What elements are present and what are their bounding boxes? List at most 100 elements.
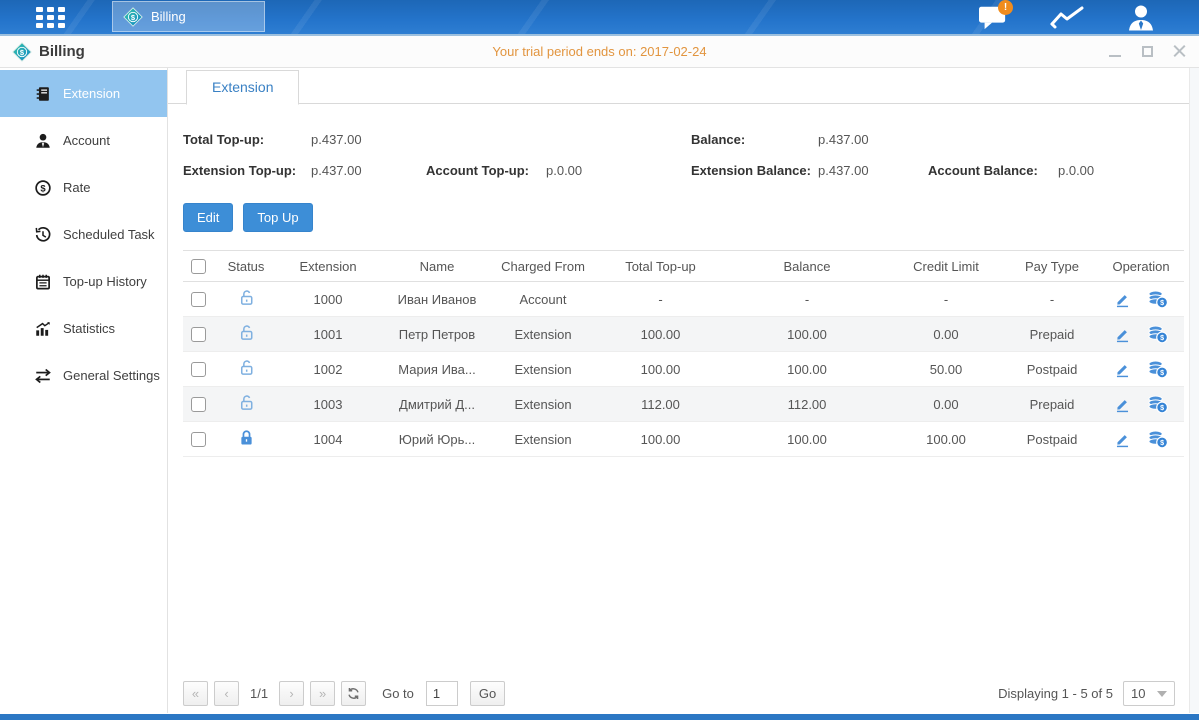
cell-total-topup: -	[593, 282, 728, 317]
extension-balance-value: p.437.00	[818, 163, 928, 178]
sidebar-item-statistics[interactable]: Statistics	[0, 305, 167, 352]
sidebar-item-rate[interactable]: $ Rate	[0, 164, 167, 211]
line-chart-icon[interactable]	[1049, 3, 1085, 31]
column-header-credit-limit: Credit Limit	[886, 251, 1006, 282]
top-up-coins-icon[interactable]: $	[1147, 429, 1168, 449]
summary-row-2: Extension Top-up: p.437.00 Account Top-u…	[183, 155, 1184, 186]
top-up-coins-icon[interactable]: $	[1147, 289, 1168, 309]
sidebar-item-label: Account	[63, 133, 110, 148]
column-header-balance: Balance	[728, 251, 886, 282]
top-up-coins-icon[interactable]: $	[1147, 324, 1168, 344]
column-header-charged-from: Charged From	[493, 251, 593, 282]
sidebar-item-label: Statistics	[63, 321, 115, 336]
cell-balance: 100.00	[728, 352, 886, 387]
lock-open-icon[interactable]	[237, 288, 256, 307]
top-up-coins-icon[interactable]: $	[1147, 394, 1168, 414]
cell-pay-type: Prepaid	[1006, 317, 1098, 352]
svg-text:$: $	[1160, 334, 1164, 342]
cell-extension: 1000	[275, 282, 381, 317]
row-checkbox[interactable]	[191, 397, 206, 412]
goto-page-input[interactable]	[426, 681, 458, 706]
minimize-icon[interactable]	[1107, 44, 1123, 60]
person-icon	[33, 131, 52, 150]
history-clock-icon	[33, 225, 52, 244]
ledger-icon	[33, 84, 52, 103]
row-checkbox[interactable]	[191, 362, 206, 377]
last-page-button[interactable]: »	[310, 681, 335, 706]
user-icon[interactable]	[1123, 3, 1159, 31]
svg-text:$: $	[1160, 404, 1164, 412]
app-grid-icon[interactable]	[36, 7, 72, 28]
table-header-row: Status Extension Name Charged From Total…	[183, 251, 1184, 282]
account-topup-label: Account Top-up:	[426, 163, 546, 178]
lock-open-icon[interactable]	[237, 393, 256, 412]
sidebar-item-scheduled-task[interactable]: Scheduled Task	[0, 211, 167, 258]
edit-pencil-icon[interactable]	[1114, 291, 1131, 308]
refresh-button[interactable]	[341, 681, 366, 706]
next-page-button[interactable]: ›	[279, 681, 304, 706]
cell-total-topup: 100.00	[593, 352, 728, 387]
scrollbar-gutter[interactable]	[1189, 68, 1199, 713]
lock-closed-icon[interactable]	[237, 428, 256, 447]
lock-open-icon[interactable]	[237, 323, 256, 342]
billing-diamond-dollar-icon: $	[12, 42, 32, 62]
edit-pencil-icon[interactable]	[1114, 396, 1131, 413]
column-header-status: Status	[217, 251, 275, 282]
go-button[interactable]: Go	[470, 681, 505, 706]
prev-page-button[interactable]: ‹	[214, 681, 239, 706]
edit-pencil-icon[interactable]	[1114, 431, 1131, 448]
chat-icon[interactable]: !	[975, 3, 1011, 31]
tab-extension[interactable]: Extension	[186, 70, 299, 105]
transfer-arrows-icon	[33, 366, 52, 385]
first-page-button[interactable]: «	[183, 681, 208, 706]
cell-charged-from: Extension	[493, 422, 593, 457]
top-up-button[interactable]: Top Up	[243, 203, 312, 232]
summary-row-1: Total Top-up: p.437.00 Balance: p.437.00	[183, 124, 1184, 155]
trial-notice: Your trial period ends on: 2017-02-24	[0, 44, 1199, 59]
cell-extension: 1001	[275, 317, 381, 352]
displaying-text: Displaying 1 - 5 of 5	[998, 686, 1113, 701]
desktop-top-bar: $ Billing !	[0, 0, 1199, 34]
close-icon[interactable]	[1171, 44, 1187, 60]
taskbar-tab-billing[interactable]: $ Billing	[112, 1, 265, 32]
select-all-checkbox[interactable]	[191, 259, 206, 274]
page-size-select[interactable]: 10	[1123, 681, 1175, 706]
cell-credit-limit: 0.00	[886, 387, 1006, 422]
window-title: Billing	[39, 43, 85, 60]
sidebar-item-general-settings[interactable]: General Settings	[0, 352, 167, 399]
column-header-pay-type: Pay Type	[1006, 251, 1098, 282]
column-header-name: Name	[381, 251, 493, 282]
table-row: 1000 Иван Иванов Account - - - -	[183, 282, 1184, 317]
sidebar-item-top-up-history[interactable]: Top-up History	[0, 258, 167, 305]
window-titlebar: $ Billing Your trial period ends on: 201…	[0, 36, 1199, 68]
sidebar-item-extension[interactable]: Extension	[0, 70, 167, 117]
top-up-coins-icon[interactable]: $	[1147, 359, 1168, 379]
cell-total-topup: 112.00	[593, 387, 728, 422]
cell-balance: 100.00	[728, 422, 886, 457]
goto-label: Go to	[382, 686, 414, 701]
maximize-icon[interactable]	[1139, 44, 1155, 60]
extension-topup-value: p.437.00	[311, 163, 426, 178]
desktop: $ Billing !	[0, 0, 1199, 720]
edit-pencil-icon[interactable]	[1114, 361, 1131, 378]
notification-badge: !	[998, 0, 1013, 15]
column-header-operation: Operation	[1098, 251, 1184, 282]
sidebar-item-account[interactable]: Account	[0, 117, 167, 164]
cell-extension: 1002	[275, 352, 381, 387]
row-checkbox[interactable]	[191, 327, 206, 342]
total-topup-label: Total Top-up:	[183, 132, 311, 147]
edit-pencil-icon[interactable]	[1114, 326, 1131, 343]
edit-button[interactable]: Edit	[183, 203, 233, 232]
row-checkbox[interactable]	[191, 292, 206, 307]
page-indicator: 1/1	[250, 686, 268, 701]
cell-balance: 112.00	[728, 387, 886, 422]
chevron-down-icon	[1157, 691, 1167, 697]
balance-value: p.437.00	[818, 132, 869, 147]
cell-pay-type: Postpaid	[1006, 352, 1098, 387]
bar-chart-icon	[33, 319, 52, 338]
cell-charged-from: Extension	[493, 387, 593, 422]
lock-open-icon[interactable]	[237, 358, 256, 377]
cell-pay-type: -	[1006, 282, 1098, 317]
row-checkbox[interactable]	[191, 432, 206, 447]
cell-credit-limit: 50.00	[886, 352, 1006, 387]
